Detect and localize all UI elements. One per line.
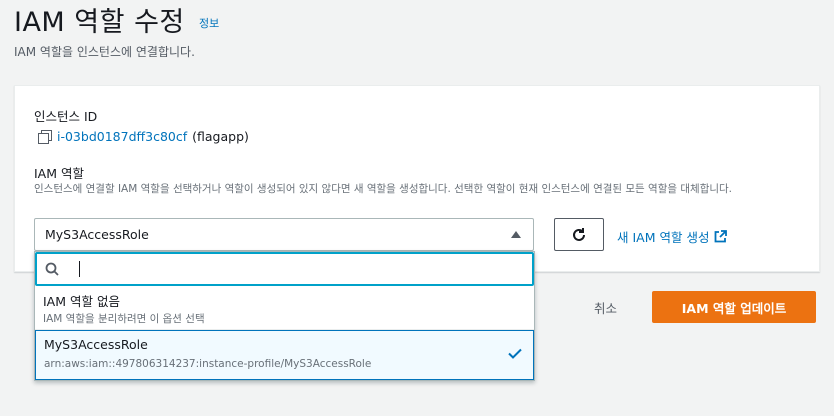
dropdown-option-no-role[interactable]: IAM 역할 없음 IAM 역할을 분리하려면 이 옵션 선택	[35, 286, 534, 330]
refresh-icon	[573, 227, 585, 241]
iam-role-select[interactable]: MyS3AccessRole	[34, 218, 534, 251]
iam-role-label: IAM 역할	[34, 166, 84, 181]
create-iam-role-link[interactable]: 새 IAM 역할 생성	[617, 227, 728, 246]
option-subtitle: arn:aws:iam::497806314237:instance-profi…	[44, 358, 372, 370]
iam-role-dropdown: IAM 역할 없음 IAM 역할을 분리하려면 이 옵션 선택 MyS3Acce…	[34, 251, 535, 381]
copy-icon[interactable]	[38, 129, 52, 144]
instance-id-row: i-03bd0187dff3c80cf (flagapp)	[38, 129, 249, 144]
info-link[interactable]: 정보	[199, 15, 219, 31]
caret-up-icon	[511, 231, 521, 238]
instance-id-link[interactable]: i-03bd0187dff3c80cf	[57, 129, 187, 144]
instance-name: (flagapp)	[192, 129, 249, 144]
dropdown-option-mys3accessrole[interactable]: MyS3AccessRole arn:aws:iam::497806314237…	[35, 330, 534, 380]
dropdown-search-input[interactable]	[35, 252, 534, 286]
update-iam-role-button[interactable]: IAM 역할 업데이트	[652, 291, 816, 323]
option-title: MyS3AccessRole	[44, 337, 148, 352]
create-iam-role-label: 새 IAM 역할 생성	[617, 230, 710, 245]
iam-role-selected-value: MyS3AccessRole	[45, 227, 149, 242]
external-link-icon	[715, 230, 728, 243]
check-icon	[508, 348, 522, 359]
option-title: IAM 역할 없음	[43, 294, 120, 309]
search-icon	[45, 262, 59, 276]
refresh-button[interactable]	[554, 218, 604, 251]
text-cursor	[79, 261, 80, 277]
cancel-button[interactable]: 취소	[594, 298, 617, 317]
page-description: IAM 역할을 인스턴스에 연결합니다.	[14, 45, 195, 59]
page-title: IAM 역할 수정	[14, 7, 185, 38]
instance-id-label: 인스턴스 ID	[34, 109, 98, 124]
option-subtitle: IAM 역할을 분리하려면 이 옵션 선택	[43, 313, 205, 325]
iam-role-description: 인스턴스에 연결할 IAM 역할을 선택하거나 역할이 생성되어 있지 않다면 …	[34, 183, 733, 195]
